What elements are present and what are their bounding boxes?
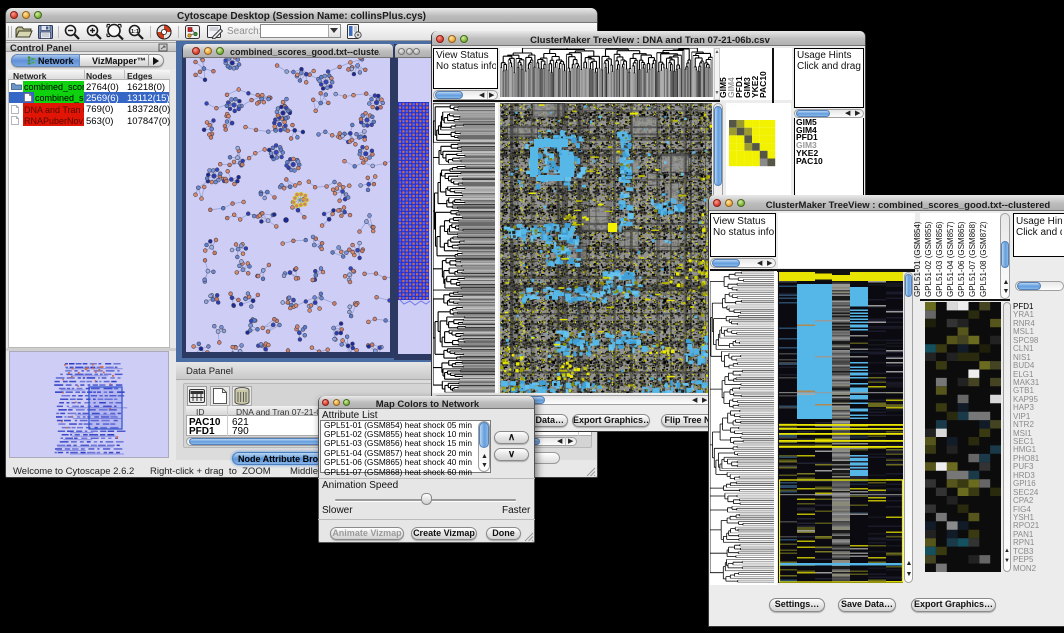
svg-text:1:1: 1:1 [131, 29, 139, 35]
